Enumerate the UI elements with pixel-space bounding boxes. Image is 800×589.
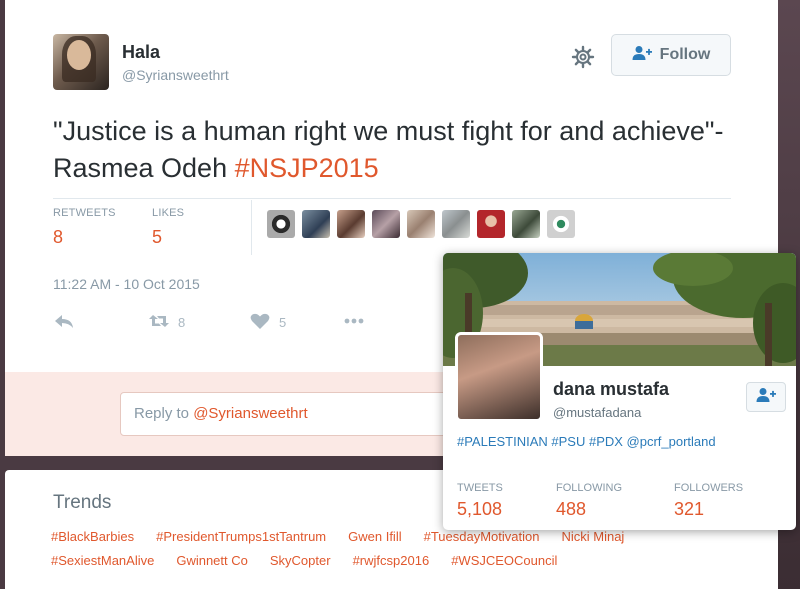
gear-icon[interactable]: [571, 45, 595, 69]
retweet-icon: [148, 312, 170, 333]
trend-item[interactable]: Gwinnett Co: [176, 553, 248, 568]
likes-label: LIKES: [152, 207, 185, 219]
reply-mention: @Syriansweethrt: [193, 405, 308, 422]
likes-count[interactable]: 5: [152, 227, 162, 248]
trend-item[interactable]: #BlackBarbies: [51, 529, 134, 544]
profile-follow-button[interactable]: [746, 382, 786, 412]
following-count[interactable]: 488: [556, 499, 586, 520]
trend-item[interactable]: Gwen Ifill: [348, 529, 401, 544]
followers-label: FOLLOWERS: [674, 482, 744, 494]
author-name[interactable]: Hala: [122, 42, 160, 63]
like-action[interactable]: 5: [249, 312, 286, 333]
liker-avatar[interactable]: [267, 210, 295, 238]
tweet-text: "Justice is a human right we must fight …: [53, 113, 743, 187]
tweets-label: TWEETS: [457, 482, 503, 494]
more-icon: [343, 312, 365, 333]
followers-count[interactable]: 321: [674, 499, 704, 520]
trends-title: Trends: [53, 492, 112, 513]
liker-avatar[interactable]: [442, 210, 470, 238]
tweet-hashtag[interactable]: #NSJP2015: [235, 153, 379, 183]
trend-item[interactable]: Nicki Minaj: [561, 529, 624, 544]
liker-avatar[interactable]: [372, 210, 400, 238]
following-label: FOLLOWING: [556, 482, 623, 494]
profile-avatar[interactable]: [455, 332, 543, 422]
trend-item[interactable]: SkyCopter: [270, 553, 331, 568]
trends-row-1: #BlackBarbies #PresidentTrumps1stTantrum…: [51, 529, 646, 544]
profile-handle[interactable]: @mustafadana: [553, 405, 641, 420]
liker-avatars: [267, 210, 575, 238]
profile-name[interactable]: dana mustafa: [553, 379, 669, 400]
trend-item[interactable]: #SexiestManAlive: [51, 553, 154, 568]
reply-prefix: Reply to: [134, 405, 194, 422]
trend-item[interactable]: #PresidentTrumps1stTantrum: [156, 529, 326, 544]
follow-label: Follow: [659, 46, 711, 63]
liker-avatar[interactable]: [407, 210, 435, 238]
more-action[interactable]: [343, 312, 365, 333]
liker-avatar[interactable]: [512, 210, 540, 238]
liker-avatar[interactable]: [547, 210, 575, 238]
liker-avatar[interactable]: [477, 210, 505, 238]
like-count: 5: [279, 315, 287, 330]
divider: [53, 198, 731, 199]
follow-person-icon: [632, 45, 652, 66]
follow-person-icon: [756, 387, 776, 408]
trend-item[interactable]: #rwjfcsp2016: [353, 553, 430, 568]
profile-bio[interactable]: #PALESTINIAN #PSU #PDX @pcrf_portland: [457, 434, 716, 449]
reply-icon: [53, 312, 75, 333]
follow-button[interactable]: Follow: [611, 34, 731, 76]
profile-hover-card: dana mustafa @mustafadana #PALESTINIAN #…: [443, 253, 796, 530]
heart-icon: [249, 312, 271, 333]
trend-item[interactable]: #WSJCEOCouncil: [451, 553, 557, 568]
retweets-label: RETWEETS: [53, 207, 116, 219]
divider: [251, 200, 252, 255]
tweets-count[interactable]: 5,108: [457, 499, 502, 520]
retweet-action[interactable]: 8: [148, 312, 185, 333]
tweet-text-body: "Justice is a human right we must fight …: [53, 116, 724, 183]
liker-avatar[interactable]: [302, 210, 330, 238]
retweets-count[interactable]: 8: [53, 227, 63, 248]
reply-action[interactable]: [53, 312, 75, 333]
tweet-timestamp[interactable]: 11:22 AM - 10 Oct 2015: [53, 276, 200, 292]
author-avatar[interactable]: [53, 34, 109, 90]
retweet-count: 8: [178, 315, 186, 330]
trends-row-2: #SexiestManAlive Gwinnett Co SkyCopter #…: [51, 553, 579, 568]
trend-item[interactable]: #TuesdayMotivation: [424, 529, 540, 544]
author-handle[interactable]: @Syriansweethrt: [122, 67, 229, 83]
liker-avatar[interactable]: [337, 210, 365, 238]
